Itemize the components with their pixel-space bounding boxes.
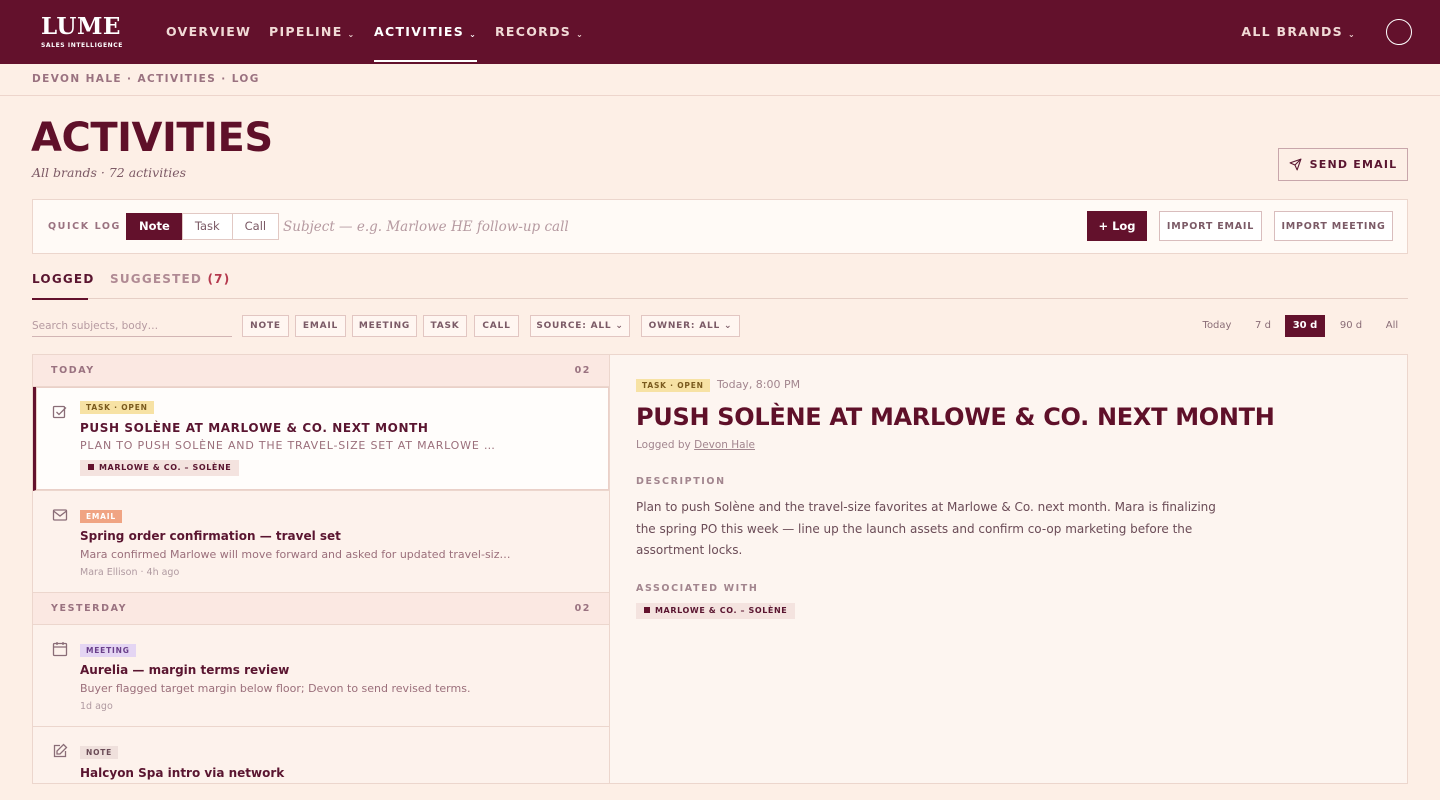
item-title: Aurelia — margin terms review (80, 663, 290, 677)
filter-task[interactable]: TASK (423, 315, 467, 337)
logo-tagline: SALES INTELLIGENCE (41, 42, 123, 49)
filter-call[interactable]: CALL (474, 315, 519, 337)
type-badge: TASK · OPEN (80, 401, 154, 414)
record-square-icon (644, 607, 650, 613)
owner-filter-dropdown[interactable]: OWNER: ALL ⌄ (641, 315, 740, 337)
import-meeting-button[interactable]: IMPORT MEETING (1274, 211, 1393, 241)
brand-selector[interactable]: ALL BRANDS ⌄ (1241, 0, 1356, 64)
list-item[interactable]: NOTE Halcyon Spa intro via network (33, 727, 609, 783)
group-count: 02 (574, 603, 591, 614)
range-today[interactable]: Today (1197, 315, 1237, 337)
item-body: Buyer flagged target margin below floor;… (80, 682, 471, 695)
chevron-down-icon: ⌄ (576, 30, 585, 39)
type-call-button[interactable]: Call (231, 213, 280, 240)
type-badge: MEETING (80, 644, 136, 657)
detail-title: PUSH SOLÈNE AT MARLOWE & CO. NEXT MONTH (636, 403, 1275, 431)
filter-meeting[interactable]: MEETING (352, 315, 417, 337)
associated-with-label: ASSOCIATED WITH (636, 583, 759, 594)
range-7d[interactable]: 7 d (1245, 315, 1281, 337)
send-icon (1289, 158, 1302, 171)
item-title: Spring order confirmation — travel set (80, 529, 341, 543)
logged-by-prefix: Logged by (636, 439, 691, 451)
page-title: ACTIVITIES (31, 115, 273, 161)
activity-list: TODAY 02 TASK · OPEN PUSH SOLÈNE AT MARL… (32, 354, 610, 784)
group-label: YESTERDAY (51, 603, 128, 614)
avatar[interactable] (1386, 19, 1412, 45)
task-checkbox-icon (52, 405, 67, 419)
group-label: TODAY (51, 365, 95, 376)
nav-label: ACTIVITIES (374, 24, 465, 39)
detail-type-badge: TASK · OPEN (636, 379, 710, 392)
breadcrumb: DEVON HALE · ACTIVITIES · LOG (0, 64, 1440, 96)
nav-overview[interactable]: OVERVIEW (166, 0, 251, 64)
logo-mark: LUME (41, 13, 121, 40)
top-navigation: LUME SALES INTELLIGENCE OVERVIEW PIPELIN… (0, 0, 1440, 64)
detail-association-tag[interactable]: MARLOWE & CO. – SOLÈNE (636, 603, 796, 619)
item-body: PLAN TO PUSH SOLÈNE AND THE TRAVEL-SIZE … (80, 439, 496, 452)
range-30d[interactable]: 30 d (1285, 315, 1325, 337)
item-title: Halcyon Spa intro via network (80, 766, 285, 780)
record-square-icon (88, 464, 94, 470)
group-count: 02 (574, 365, 591, 376)
description-label: DESCRIPTION (636, 476, 726, 487)
association-label: MARLOWE & CO. – SOLÈNE (655, 606, 788, 615)
logged-by-link[interactable]: Devon Hale (694, 439, 755, 451)
group-header-today: TODAY 02 (33, 355, 609, 387)
type-badge: EMAIL (80, 510, 122, 523)
log-button[interactable]: + Log (1087, 211, 1147, 241)
list-item[interactable]: TASK · OPEN PUSH SOLÈNE AT MARLOWE & CO.… (33, 387, 609, 491)
tab-suggested[interactable]: SUGGESTED (7) (110, 266, 230, 299)
item-body: Mara confirmed Marlowe will move forward… (80, 548, 511, 561)
quick-log-label: QUICK LOG (48, 221, 121, 232)
calendar-icon (52, 642, 68, 657)
page-subtitle: All brands · 72 activities (32, 165, 187, 180)
source-filter-dropdown[interactable]: SOURCE: ALL ⌄ (530, 315, 630, 337)
activity-detail: TASK · OPEN Today, 8:00 PM PUSH SOLÈNE A… (610, 354, 1408, 784)
filter-note[interactable]: NOTE (242, 315, 289, 337)
subject-input[interactable] (283, 213, 823, 240)
tab-logged[interactable]: LOGGED (32, 266, 93, 300)
chevron-down-icon: ⌄ (1347, 30, 1356, 39)
group-header-yesterday: YESTERDAY 02 (33, 593, 609, 625)
detail-time: Today, 8:00 PM (717, 378, 801, 391)
type-note-button[interactable]: Note (126, 213, 183, 240)
suggested-count: (7) (207, 272, 231, 286)
association-tag[interactable]: MARLOWE & CO. – SOLÈNE (80, 460, 240, 476)
chevron-down-icon: ⌄ (347, 30, 356, 39)
filter-email[interactable]: EMAIL (295, 315, 346, 337)
send-email-label: SEND EMAIL (1309, 158, 1398, 171)
import-email-button[interactable]: IMPORT EMAIL (1159, 211, 1262, 241)
nav-activities[interactable]: ACTIVITIES ⌄ (374, 0, 478, 64)
type-task-button[interactable]: Task (181, 213, 233, 240)
email-icon (52, 509, 68, 521)
nav-label: RECORDS (495, 24, 572, 39)
brand-selector-label: ALL BRANDS (1241, 24, 1343, 39)
view-tabs: LOGGED SUGGESTED (7) (32, 266, 1408, 300)
detail-description: Plan to push Solène and the travel-size … (636, 500, 1216, 557)
logo[interactable]: LUME SALES INTELLIGENCE (41, 13, 123, 50)
chevron-down-icon: ⌄ (469, 30, 478, 39)
quick-log-type-selector: Note Task Call (126, 213, 280, 240)
nav-label: PIPELINE (269, 24, 343, 39)
range-90d[interactable]: 90 d (1331, 315, 1371, 337)
list-item[interactable]: MEETING Aurelia — margin terms review Bu… (33, 625, 609, 727)
item-title: PUSH SOLÈNE AT MARLOWE & CO. NEXT MONTH (80, 421, 429, 435)
type-badge: NOTE (80, 746, 119, 759)
tab-label: LOGGED (32, 272, 95, 286)
item-meta: 1d ago (80, 701, 113, 712)
nav-label: OVERVIEW (166, 24, 252, 39)
search-input[interactable] (32, 316, 232, 337)
association-label: MARLOWE & CO. – SOLÈNE (99, 463, 232, 472)
nav-pipeline[interactable]: PIPELINE ⌄ (269, 0, 356, 64)
send-email-button[interactable]: SEND EMAIL (1278, 148, 1408, 181)
nav-records[interactable]: RECORDS ⌄ (495, 0, 584, 64)
quick-log-bar: QUICK LOG Note Task Call + Log IMPORT EM… (32, 199, 1408, 254)
tab-label: SUGGESTED (110, 272, 203, 286)
detail-logged-by: Logged by Devon Hale (636, 439, 755, 451)
list-item[interactable]: EMAIL Spring order confirmation — travel… (33, 491, 609, 593)
item-meta: Mara Ellison · 4h ago (80, 567, 180, 578)
range-all[interactable]: All (1377, 315, 1407, 337)
pencil-icon (53, 743, 68, 758)
